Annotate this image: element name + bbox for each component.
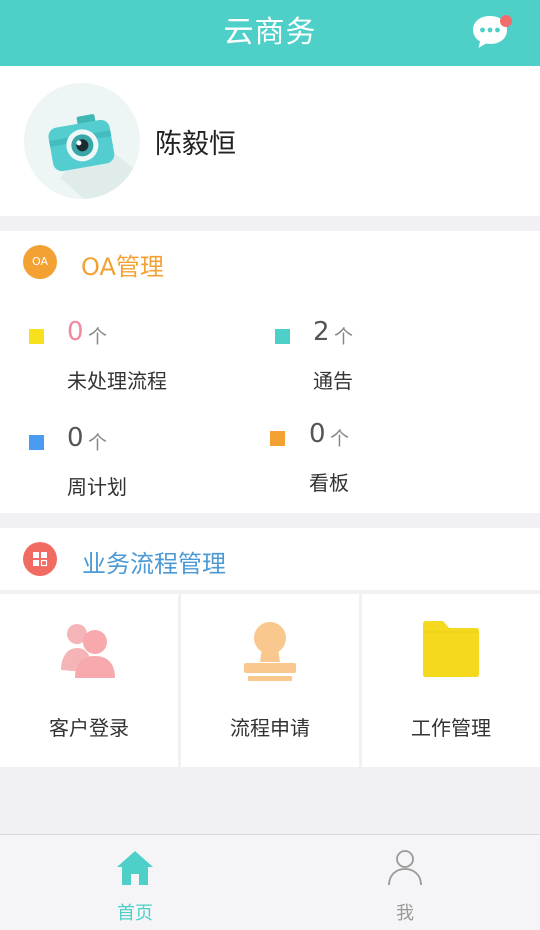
stat-label: 未处理流程 [67, 369, 167, 393]
app-title: 云商务 [223, 15, 317, 50]
stat-pending-process[interactable]: 0 个 未处理流程 [0, 317, 200, 397]
avatar[interactable] [24, 83, 140, 199]
grid-icon [23, 542, 57, 576]
stat-value: 2 [313, 317, 330, 347]
yellow-square-icon [29, 329, 44, 344]
chat-button[interactable] [470, 13, 514, 53]
oa-badge-icon: OA [23, 245, 57, 279]
tab-home[interactable]: 首页 [0, 835, 270, 930]
camera-icon [48, 114, 140, 199]
stat-unit: 个 [334, 326, 354, 348]
tile-customer-login[interactable]: 客户登录 [0, 594, 178, 767]
stat-notice[interactable]: 2 个 通告 [270, 317, 470, 397]
stat-label: 看板 [309, 471, 349, 495]
bottom-tab-bar: 首页 我 [0, 834, 540, 930]
tab-me[interactable]: 我 [270, 835, 540, 930]
tile-label: 流程申请 [230, 716, 310, 740]
business-section-title: 业务流程管理 [82, 550, 226, 578]
oa-section: OA OA管理 0 个 未处理流程 2 个 通告 0 个 周计划 0 个 看板 [0, 231, 540, 513]
blue-square-icon [29, 435, 44, 450]
stat-value: 0 [67, 317, 84, 347]
profile-card: 陈毅恒 [0, 66, 540, 216]
app-header: 云商务 [0, 0, 540, 66]
folder-icon [423, 621, 479, 677]
person-icon [388, 850, 422, 886]
stat-weekly-plan[interactable]: 0 个 周计划 [0, 423, 200, 503]
orange-square-icon [270, 431, 285, 446]
stat-label: 通告 [313, 369, 353, 393]
stat-label: 周计划 [67, 475, 127, 499]
stat-kanban[interactable]: 0 个 看板 [268, 419, 468, 499]
stat-unit: 个 [88, 432, 108, 454]
business-tiles: 客户登录 流程申请 工作管理 [0, 594, 540, 767]
tab-label: 首页 [117, 903, 153, 924]
tile-label: 工作管理 [411, 716, 491, 740]
oa-section-title: OA管理 [81, 253, 164, 281]
teal-square-icon [275, 329, 290, 344]
tile-process-apply[interactable]: 流程申请 [181, 594, 359, 767]
notification-badge [500, 15, 512, 27]
tile-work-manage[interactable]: 工作管理 [362, 594, 540, 767]
stat-value: 0 [67, 423, 84, 453]
home-icon [117, 851, 153, 885]
stamp-icon [244, 622, 296, 681]
business-section: 业务流程管理 [0, 528, 540, 590]
users-icon [61, 624, 115, 678]
tile-label: 客户登录 [49, 716, 129, 740]
user-name: 陈毅恒 [155, 129, 236, 160]
stat-unit: 个 [330, 428, 350, 450]
tab-label: 我 [396, 903, 414, 924]
stat-value: 0 [309, 419, 326, 449]
stat-unit: 个 [88, 326, 108, 348]
